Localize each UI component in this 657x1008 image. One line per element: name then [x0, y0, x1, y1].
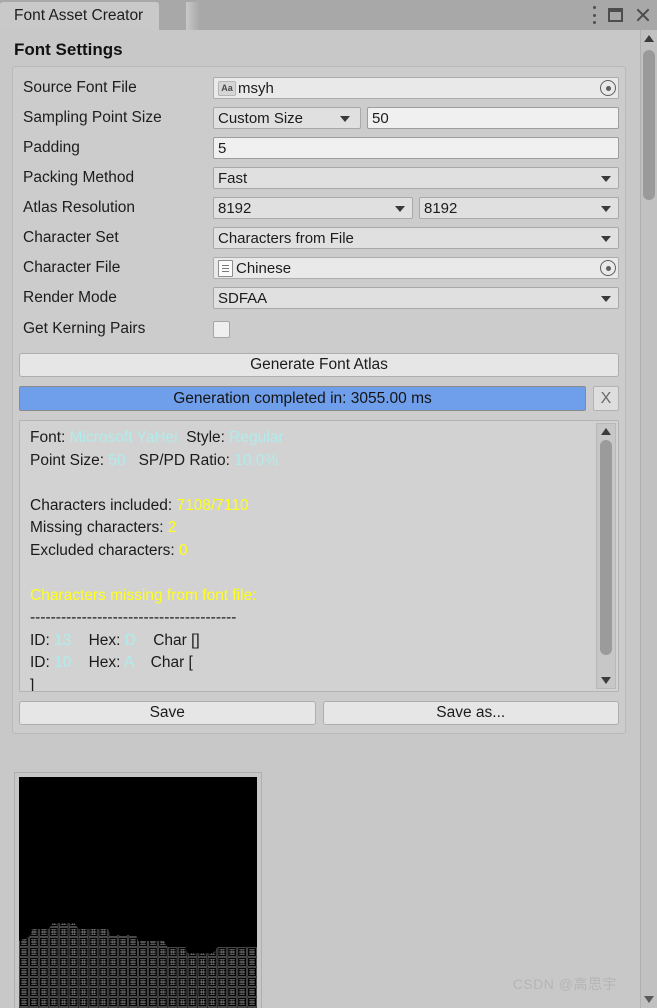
generate-font-atlas-button[interactable]: Generate Font Atlas	[19, 353, 619, 377]
chevron-down-icon	[340, 116, 350, 122]
scroll-up-icon[interactable]	[601, 428, 611, 435]
packing-method-value: Fast	[218, 169, 248, 187]
sampling-point-size-mode: Custom Size	[218, 109, 304, 127]
row-character-set: Character Set Characters from File	[19, 223, 619, 253]
window-scrollbar[interactable]	[640, 30, 657, 1008]
chevron-down-icon	[601, 176, 611, 182]
glyph-atlas-texture	[19, 907, 257, 1008]
label-atlas-resolution: Atlas Resolution	[23, 199, 136, 216]
generation-progress-row: Generation completed in: 3055.00 ms X	[19, 386, 619, 411]
kebab-menu-icon[interactable]	[592, 6, 596, 24]
character-set-dropdown[interactable]: Characters from File	[213, 227, 619, 249]
row-atlas-resolution: Atlas Resolution 8192 8192	[19, 193, 619, 223]
source-font-file-value: msyh	[238, 79, 274, 97]
chevron-down-icon	[601, 236, 611, 242]
label-render-mode: Render Mode	[23, 289, 117, 306]
info-line: ----------------------------------------	[30, 609, 237, 626]
atlas-resolution-height-dropdown[interactable]: 8192	[419, 197, 619, 219]
generation-progress-bar: Generation completed in: 3055.00 ms	[19, 386, 586, 411]
font-atlas-preview[interactable]	[19, 777, 257, 1008]
scroll-up-icon[interactable]	[644, 35, 654, 42]
row-sampling-point-size: Sampling Point Size Custom Size 50	[19, 103, 619, 133]
row-character-file: Character File Chinese	[19, 253, 619, 283]
render-mode-value: SDFAA	[218, 289, 268, 307]
label-source-font-file: Source Font File	[23, 79, 137, 96]
label-sampling-point-size: Sampling Point Size	[23, 109, 162, 126]
label-packing-method: Packing Method	[23, 169, 135, 186]
font-atlas-preview-container	[14, 772, 262, 1008]
source-font-file-field[interactable]: Aa msyh	[213, 77, 619, 99]
info-scrollbar-thumb[interactable]	[600, 440, 612, 655]
chevron-down-icon	[601, 206, 611, 212]
label-padding: Padding	[23, 139, 80, 156]
window-titlebar: Font Asset Creator	[0, 0, 657, 30]
page-title: Font Settings	[14, 40, 123, 59]
font-settings-panel: Source Font File Aa msyh Sampling Point …	[12, 66, 626, 734]
info-line: Characters missing from font file:	[30, 586, 257, 604]
info-line: Characters included: 7108/7110	[30, 496, 249, 514]
padding-input[interactable]: 5	[213, 137, 619, 159]
info-line: Font: Microsoft YaHei Style: Regular	[30, 429, 284, 446]
text-file-icon	[218, 259, 233, 277]
save-button-label: Save	[149, 704, 185, 721]
sampling-point-size-value: 50	[372, 109, 389, 127]
info-line	[30, 562, 590, 585]
info-scrollbar[interactable]	[596, 423, 616, 689]
character-set-value: Characters from File	[218, 229, 354, 247]
scroll-down-icon[interactable]	[601, 677, 611, 684]
generation-info-text: Font: Microsoft YaHei Style: Regular Poin…	[30, 427, 590, 692]
tab-font-asset-creator[interactable]: Font Asset Creator	[0, 2, 160, 30]
packing-method-dropdown[interactable]: Fast	[213, 167, 619, 189]
info-line: ID: 10 Hex: A Char [	[30, 654, 193, 671]
info-line: Excluded characters: 0	[30, 541, 188, 559]
window-controls	[592, 0, 651, 30]
character-file-value: Chinese	[236, 259, 292, 277]
padding-value: 5	[218, 139, 227, 157]
window-scrollbar-thumb[interactable]	[643, 50, 655, 200]
render-mode-dropdown[interactable]: SDFAA	[213, 287, 619, 309]
close-icon[interactable]	[635, 7, 651, 23]
info-line: ID: 13 Hex: D Char []	[30, 631, 200, 649]
row-render-mode: Render Mode SDFAA	[19, 283, 619, 313]
get-kerning-pairs-checkbox[interactable]	[213, 320, 230, 338]
atlas-resolution-width-dropdown[interactable]: 8192	[213, 197, 413, 219]
generate-font-atlas-label: Generate Font Atlas	[250, 356, 388, 373]
save-as-button-label: Save as...	[436, 704, 506, 721]
info-line: Point Size: 50 SP/PD Ratio: 10.0%	[30, 451, 279, 469]
info-line: Missing characters: 2	[30, 519, 177, 536]
watermark: CSDN @高思宇	[512, 976, 617, 992]
atlas-resolution-height-value: 8192	[424, 199, 458, 217]
object-picker-icon[interactable]	[600, 80, 616, 96]
info-line: ]	[30, 676, 35, 692]
label-character-set: Character Set	[23, 229, 119, 246]
row-packing-method: Packing Method Fast	[19, 163, 619, 193]
scroll-down-icon[interactable]	[644, 996, 654, 1003]
save-as-button[interactable]: Save as...	[322, 701, 619, 725]
cancel-generation-button[interactable]: X	[593, 386, 619, 411]
row-get-kerning-pairs: Get Kerning Pairs	[19, 313, 619, 345]
cancel-generation-label: X	[600, 389, 612, 407]
character-file-field[interactable]: Chinese	[213, 257, 619, 279]
atlas-resolution-width-value: 8192	[218, 199, 252, 217]
maximize-icon[interactable]	[608, 8, 623, 22]
generation-status-message: Generation completed in: 3055.00 ms	[173, 389, 432, 407]
tab-label: Font Asset Creator	[14, 7, 144, 24]
label-character-file: Character File	[23, 259, 121, 276]
generation-info-box: Font: Microsoft YaHei Style: Regular Poin…	[19, 420, 619, 692]
chevron-down-icon	[601, 296, 611, 302]
chevron-down-icon	[395, 206, 405, 212]
main-content: Font Settings Source Font File Aa msyh S…	[0, 30, 641, 1008]
save-button-row: Save Save as...	[19, 701, 619, 725]
label-get-kerning-pairs: Get Kerning Pairs	[23, 320, 146, 337]
info-line	[30, 472, 590, 495]
save-button[interactable]: Save	[19, 701, 316, 725]
sampling-point-size-input[interactable]: 50	[367, 107, 619, 129]
row-source-font-file: Source Font File Aa msyh	[19, 73, 619, 103]
font-asset-icon: Aa	[218, 80, 236, 96]
sampling-point-size-dropdown[interactable]: Custom Size	[213, 107, 361, 129]
tab-edge	[186, 2, 200, 30]
row-padding: Padding 5	[19, 133, 619, 163]
object-picker-icon[interactable]	[600, 260, 616, 276]
